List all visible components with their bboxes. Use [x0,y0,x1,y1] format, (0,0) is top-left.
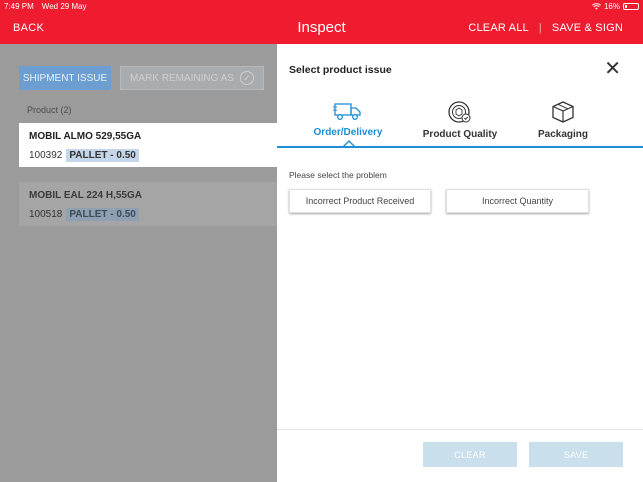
product-row[interactable]: MOBIL EAL 224 H,55GA 100518 PALLET - 0.5… [19,182,277,226]
product-tag: PALLET - 0.50 [66,149,139,162]
product-list-pane: SHIPMENT ISSUE MARK REMAINING AS ✓ Produ… [0,44,277,482]
problem-prompt: Please select the problem [289,170,387,180]
product-issue-panel: Select product issue ✕ Order/Delivery Pr… [277,44,643,482]
tab-packaging[interactable]: Packaging [508,100,618,140]
product-count: Product (2) [27,105,72,115]
product-name: MOBIL ALMO 529,55GA [29,131,142,142]
product-name: MOBIL EAL 224 H,55GA [29,190,142,201]
clear-button[interactable]: CLEAR [423,442,517,467]
incorrect-product-button[interactable]: Incorrect Product Received [289,189,431,213]
tab-product-quality[interactable]: Product Quality [405,100,515,140]
status-right: 16% [592,2,639,11]
clear-all-button[interactable]: CLEAR ALL [468,22,529,34]
close-icon[interactable]: ✕ [604,59,621,79]
panel-title: Select product issue [289,64,392,76]
status-time: 7:49 PM [4,1,34,11]
product-meta: 100518 PALLET - 0.50 [29,208,267,221]
package-box-icon [552,101,574,123]
check-circle-icon: ✓ [239,71,254,85]
product-code: 100518 [29,209,63,220]
status-date: Wed 29 May [41,1,87,11]
product-code: 100392 [29,150,63,161]
nav-actions: CLEAR ALL | SAVE & SIGN [468,22,623,34]
battery-percent: 16% [603,1,620,11]
quality-badge-icon [448,101,471,123]
mark-remaining-button[interactable]: MARK REMAINING AS ✓ [120,66,264,90]
battery-icon [623,2,639,10]
mark-remaining-label: MARK REMAINING AS [130,72,234,84]
tab-order-delivery[interactable]: Order/Delivery [293,100,403,138]
status-bar: 7:49 PM Wed 29 May 16% [0,0,643,12]
tab-label: Packaging [537,129,589,140]
footer-divider [277,429,643,430]
wifi-icon [592,2,601,10]
incorrect-quantity-button[interactable]: Incorrect Quantity [446,189,589,213]
truck-icon [333,103,361,120]
product-tag: PALLET - 0.50 [66,208,139,221]
save-sign-button[interactable]: SAVE & SIGN [552,22,623,34]
tab-underline [277,146,643,148]
tab-label: Order/Delivery [313,127,383,138]
product-meta: 100392 PALLET - 0.50 [29,149,267,162]
nav-bar: BACK Inspect CLEAR ALL | SAVE & SIGN [0,12,643,44]
shipment-issue-button[interactable]: SHIPMENT ISSUE [19,66,111,90]
active-tab-indicator [343,140,355,146]
tab-label: Product Quality [422,129,498,140]
product-row[interactable]: MOBIL ALMO 529,55GA 100392 PALLET - 0.50 [19,123,277,167]
save-button[interactable]: SAVE [529,442,623,467]
nav-separator: | [538,22,542,34]
